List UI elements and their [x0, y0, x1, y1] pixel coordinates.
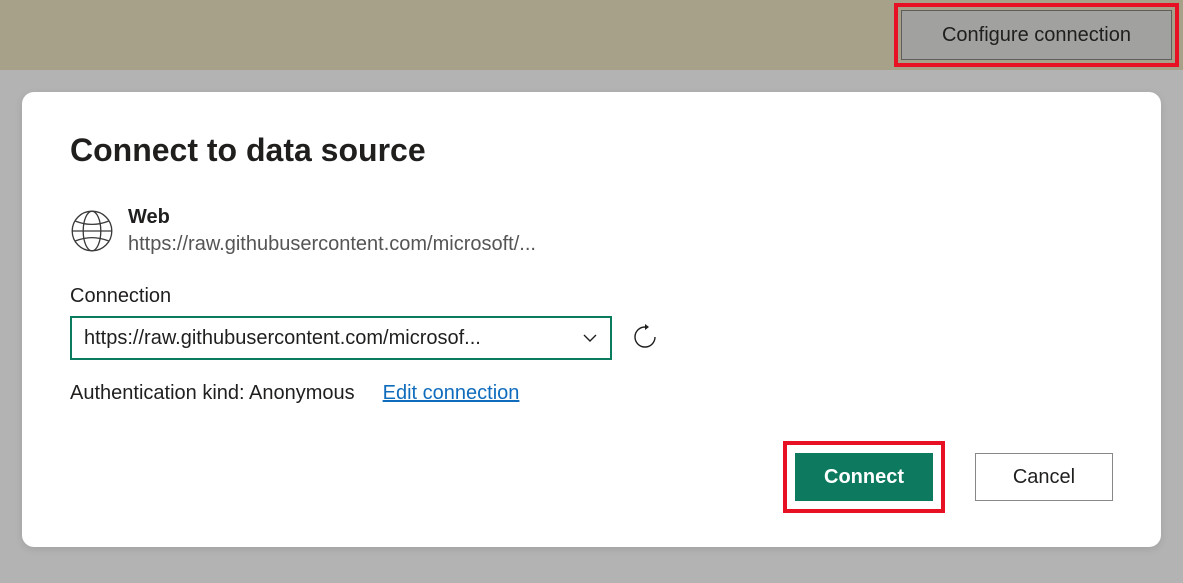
connection-row: https://raw.githubusercontent.com/micros… [70, 316, 1113, 360]
authentication-row: Authentication kind: Anonymous Edit conn… [70, 382, 1113, 405]
connect-dialog: Connect to data source Web https://raw.g… [22, 92, 1161, 547]
refresh-button[interactable] [630, 323, 660, 353]
configure-connection-button[interactable]: Configure connection [901, 10, 1172, 60]
refresh-icon [632, 324, 658, 353]
dialog-title: Connect to data source [70, 132, 1113, 169]
cancel-button[interactable]: Cancel [975, 453, 1113, 501]
connect-highlight-box: Connect [783, 441, 945, 513]
connect-button-label: Connect [824, 466, 904, 489]
data-source-info: Web https://raw.githubusercontent.com/mi… [128, 205, 536, 259]
cancel-button-label: Cancel [1013, 466, 1075, 489]
configure-connection-label: Configure connection [942, 24, 1131, 47]
top-bar: Configure connection [0, 0, 1183, 70]
globe-icon [70, 209, 114, 253]
dialog-button-row: Connect Cancel [70, 441, 1113, 513]
connection-field-label: Connection [70, 285, 1113, 308]
source-type-label: Web [128, 205, 536, 229]
connect-button[interactable]: Connect [795, 453, 933, 501]
authentication-kind-text: Authentication kind: Anonymous [70, 382, 355, 405]
chevron-down-icon [580, 328, 600, 348]
data-source-row: Web https://raw.githubusercontent.com/mi… [70, 205, 1113, 259]
connection-dropdown[interactable]: https://raw.githubusercontent.com/micros… [70, 316, 612, 360]
connection-selected-value: https://raw.githubusercontent.com/micros… [84, 327, 481, 350]
edit-connection-link[interactable]: Edit connection [383, 382, 520, 405]
source-url-text: https://raw.githubusercontent.com/micros… [128, 229, 536, 259]
